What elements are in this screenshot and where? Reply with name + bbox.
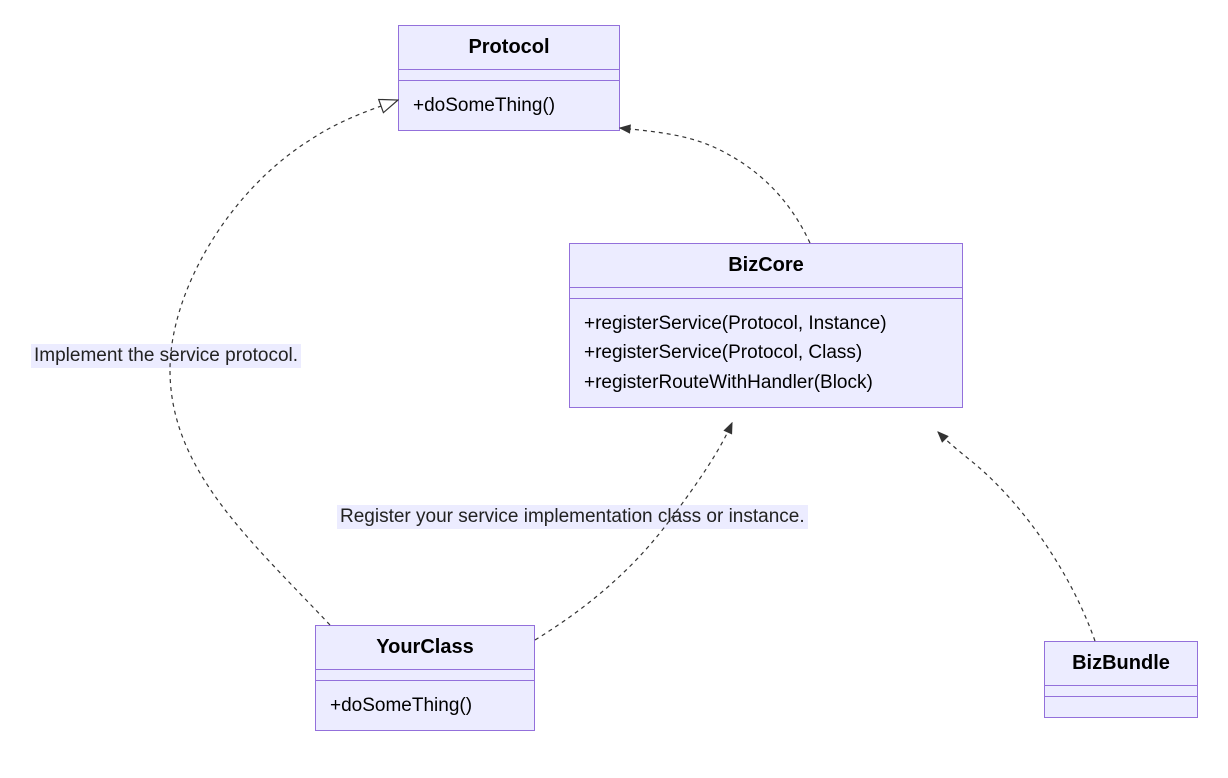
edge-bizcore-protocol (620, 128, 810, 243)
class-bizcore-method-0: +registerService(Protocol, Instance) (584, 309, 948, 338)
class-protocol-methods: +doSomeThing() (399, 81, 619, 130)
class-bizcore-attrs (570, 288, 962, 299)
class-bizcore-method-2: +registerRouteWithHandler(Block) (584, 368, 948, 397)
class-bizbundle: BizBundle (1044, 641, 1198, 718)
class-bizbundle-title: BizBundle (1045, 642, 1197, 686)
class-yourclass-title: YourClass (316, 626, 534, 670)
class-bizcore: BizCore +registerService(Protocol, Insta… (569, 243, 963, 408)
class-yourclass: YourClass +doSomeThing() (315, 625, 535, 731)
class-protocol-attrs (399, 70, 619, 81)
class-protocol-title: Protocol (399, 26, 619, 70)
class-bizcore-method-1: +registerService(Protocol, Class) (584, 338, 948, 367)
class-bizcore-methods: +registerService(Protocol, Instance) +re… (570, 299, 962, 407)
class-yourclass-attrs (316, 670, 534, 681)
class-bizbundle-attrs (1045, 686, 1197, 697)
class-protocol-method: +doSomeThing() (413, 91, 605, 120)
class-yourclass-methods: +doSomeThing() (316, 681, 534, 730)
class-bizbundle-methods (1045, 697, 1197, 717)
class-yourclass-method: +doSomeThing() (330, 691, 520, 720)
edge-bizbundle-bizcore (938, 432, 1095, 641)
class-bizcore-title: BizCore (570, 244, 962, 288)
label-register: Register your service implementation cla… (337, 505, 808, 529)
edge-yourclass-bizcore (535, 423, 732, 640)
class-protocol: Protocol +doSomeThing() (398, 25, 620, 131)
label-implement: Implement the service protocol. (31, 344, 301, 368)
